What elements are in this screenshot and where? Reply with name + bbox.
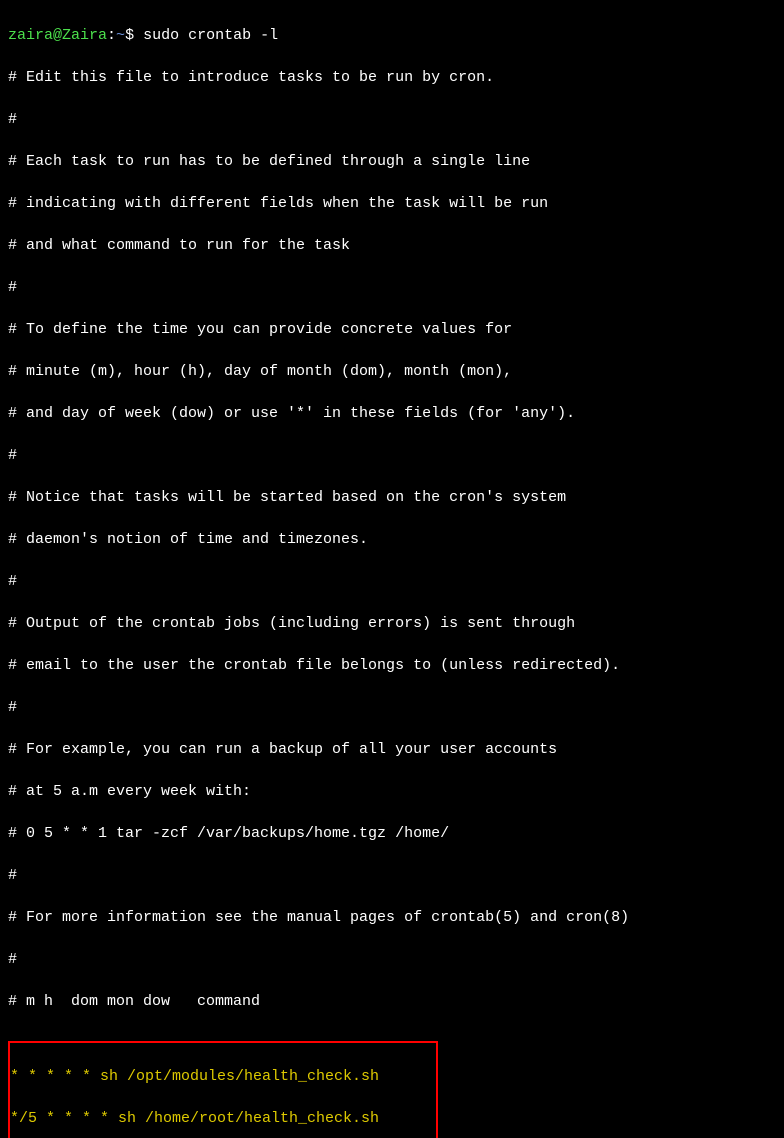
cron-entry: */5 * * * * sh /home/root/health_check.s… [10,1108,436,1129]
prompt-end: $ [125,27,143,44]
output-line: # For more information see the manual pa… [8,907,776,928]
output-line: # [8,571,776,592]
output-line: # To define the time you can provide con… [8,319,776,340]
output-line: # Edit this file to introduce tasks to b… [8,67,776,88]
output-line: # at 5 a.m every week with: [8,781,776,802]
prompt-separator: : [107,27,116,44]
output-line: # [8,277,776,298]
cron-entry: * * * * * sh /opt/modules/health_check.s… [10,1066,436,1087]
output-line: # and day of week (dow) or use '*' in th… [8,403,776,424]
output-line: # Notice that tasks will be started base… [8,487,776,508]
highlighted-cron-entries: * * * * * sh /opt/modules/health_check.s… [8,1041,438,1138]
output-line: # [8,697,776,718]
output-line: # [8,949,776,970]
output-line: # daemon's notion of time and timezones. [8,529,776,550]
prompt-user: zaira@Zaira [8,27,107,44]
terminal-output[interactable]: zaira@Zaira:~$ sudo crontab -l # Edit th… [8,4,776,1138]
output-line: # Output of the crontab jobs (including … [8,613,776,634]
prompt-line: zaira@Zaira:~$ sudo crontab -l [8,25,776,46]
output-line: # [8,445,776,466]
output-line: # [8,109,776,130]
output-line: # 0 5 * * 1 tar -zcf /var/backups/home.t… [8,823,776,844]
output-line: # For example, you can run a backup of a… [8,739,776,760]
output-line: # and what command to run for the task [8,235,776,256]
output-line: # minute (m), hour (h), day of month (do… [8,361,776,382]
prompt-path: ~ [116,27,125,44]
output-line: # [8,865,776,886]
output-line: # m h dom mon dow command [8,991,776,1012]
command-text: sudo crontab -l [143,27,278,44]
output-line: # Each task to run has to be defined thr… [8,151,776,172]
output-line: # indicating with different fields when … [8,193,776,214]
output-line: # email to the user the crontab file bel… [8,655,776,676]
